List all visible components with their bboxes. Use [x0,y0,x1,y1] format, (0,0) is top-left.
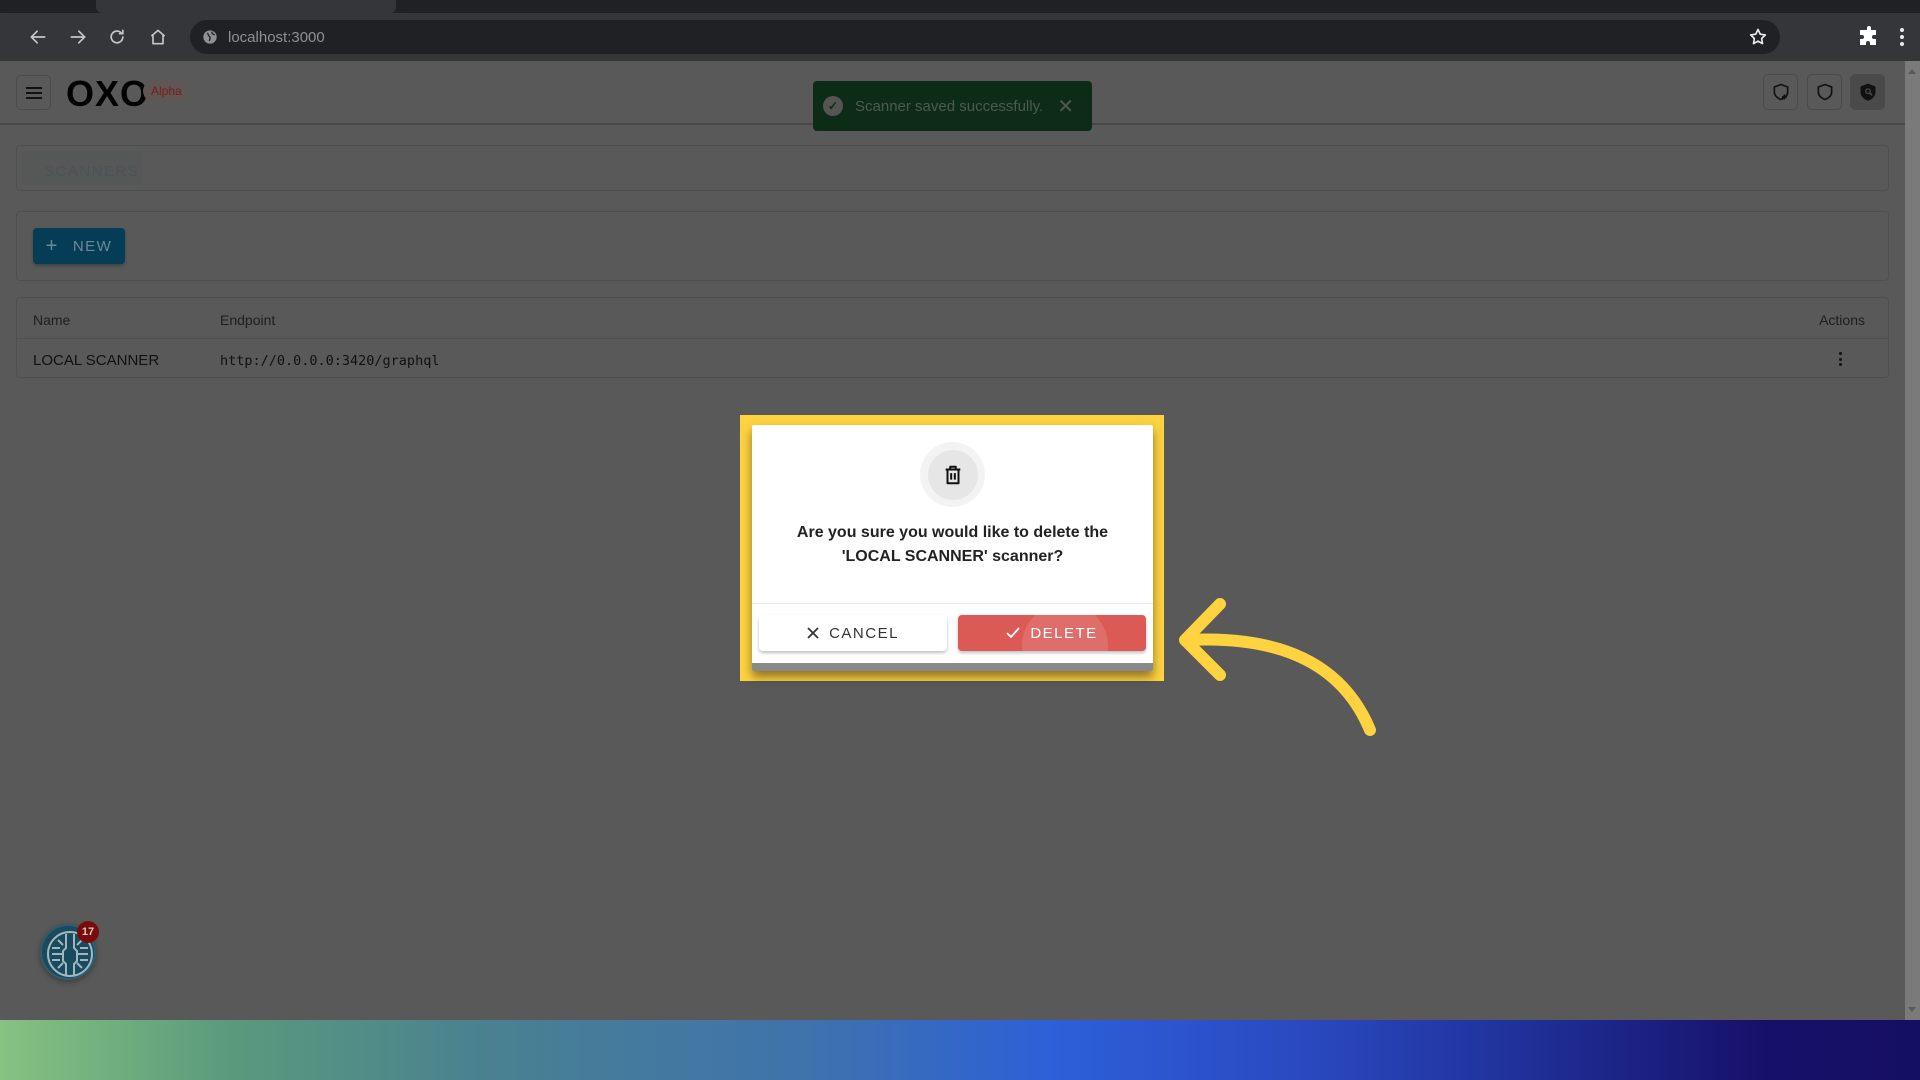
site-info-icon[interactable] [202,29,218,45]
extensions-icon[interactable] [1857,25,1881,49]
forward-button[interactable] [62,21,94,53]
back-button[interactable] [22,21,54,53]
reload-button[interactable] [101,21,133,53]
scanner-name: LOCAL SCANNER [33,352,160,369]
home-icon [150,29,166,45]
browser-tab[interactable] [0,0,96,13]
url-text[interactable]: localhost:3000 [228,29,325,46]
column-header-actions: Actions [1819,312,1865,328]
browser-toolbar: localhost:3000 [0,13,1920,61]
trash-icon-container [920,442,985,507]
browser-tab[interactable] [398,0,1920,13]
menu-button[interactable] [16,75,51,110]
reload-icon [110,29,124,44]
check-circle-icon: ✓ [823,96,843,116]
page-scrollbar[interactable] [1905,61,1920,1020]
back-icon [30,30,46,44]
shield-search-icon [1860,83,1875,101]
check-icon [1006,627,1020,639]
column-header-name[interactable]: Name [33,312,70,328]
breadcrumb-item-scanners[interactable]: SCANNERS [22,151,142,185]
scanners-table: Name Endpoint Actions LOCAL SCANNER http… [16,297,1889,378]
dialog-question: Are you sure you would like to delete th… [796,524,1109,565]
delete-label: DELETE [1030,624,1098,642]
toast-message: Scanner saved successfully. [855,97,1044,115]
more-actions-icon[interactable] [1834,350,1846,368]
delete-button[interactable]: DELETE [958,615,1146,651]
address-bar[interactable]: localhost:3000 [190,20,1780,54]
browser-tab-strip [0,0,1920,13]
scroll-up-arrow-icon[interactable] [1908,69,1916,74]
pointer-arrow-icon [1179,598,1376,736]
new-scanner-button[interactable]: + NEW [33,228,125,264]
shield-plus-icon [1773,83,1788,101]
app-logo: OXO [66,73,150,114]
dialog-divider [752,603,1153,604]
scanners-button[interactable] [1850,74,1885,110]
toast-close-icon[interactable]: ✕ [1057,94,1074,119]
shield-icon [1817,83,1832,101]
scroll-down-arrow-icon[interactable] [1908,1007,1916,1012]
alpha-badge: Alpha [143,80,190,102]
decorative-gradient-bar [0,1020,1920,1080]
column-header-endpoint[interactable]: Endpoint [220,312,275,328]
cancel-label: CANCEL [829,624,899,642]
new-button-label: NEW [72,237,113,255]
scanner-endpoint: http://0.0.0.0:3420/graphql [220,353,440,369]
trash-icon [945,465,960,484]
row-divider [17,338,1888,339]
home-button[interactable] [142,21,174,53]
browser-menu-icon[interactable] [1892,25,1912,49]
bookmark-star-icon[interactable] [1748,27,1768,47]
plus-icon: + [45,234,59,257]
cancel-button[interactable]: CANCEL [759,615,947,651]
new-scan-button[interactable] [1763,74,1798,110]
breadcrumb: SCANNERS [16,145,1889,191]
success-toast: ✓ Scanner saved successfully. ✕ [813,81,1092,131]
dialog-shadow-edge [752,663,1153,671]
close-icon [807,627,819,639]
actions-panel: + NEW [16,211,1889,281]
notification-count-badge: 17 [77,921,99,943]
forward-icon [70,30,86,44]
delete-confirmation-dialog: Are you sure you would like to delete th… [752,425,1153,671]
breadcrumb-label: SCANNERS [44,163,140,180]
browser-tab-active[interactable] [96,0,396,13]
hamburger-icon [25,86,42,99]
scans-button[interactable] [1807,74,1842,110]
